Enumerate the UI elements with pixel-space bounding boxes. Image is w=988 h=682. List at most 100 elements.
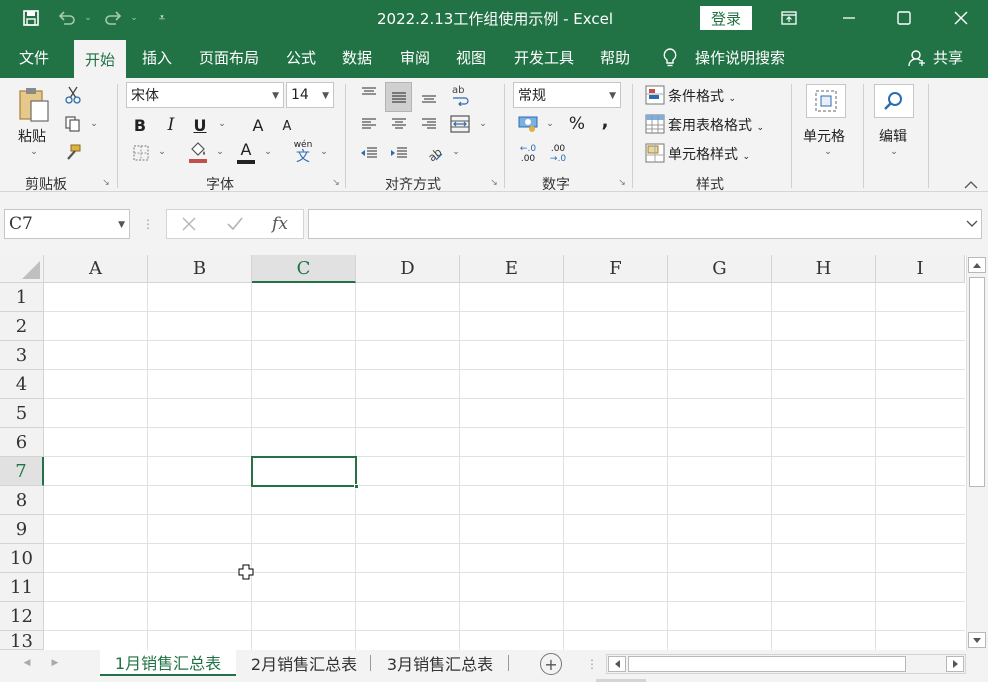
column-header-i[interactable]: I (876, 255, 965, 283)
alignment-launcher-icon[interactable]: ↘ (488, 177, 500, 189)
shrink-font-button[interactable]: A (278, 116, 296, 136)
tab-view[interactable]: 视图 (448, 36, 494, 78)
undo-dropdown-icon[interactable]: ⌄ (82, 10, 94, 26)
font-size-dropdown[interactable]: 14 ▼ (286, 82, 334, 108)
row-header-2[interactable]: 2 (0, 312, 44, 341)
active-cell[interactable] (251, 456, 357, 487)
copy-dropdown-icon[interactable]: ⌄ (88, 118, 100, 130)
increase-decimal-button[interactable]: ←.0 .00 (516, 142, 540, 166)
sheet-tab-mar[interactable]: 3月销售汇总表 (376, 650, 504, 676)
tab-data[interactable]: 数据 (334, 36, 380, 78)
clipboard-launcher-icon[interactable]: ↘ (100, 177, 112, 189)
tab-review[interactable]: 审阅 (392, 36, 438, 78)
number-launcher-icon[interactable]: ↘ (616, 177, 628, 189)
align-bottom-icon[interactable] (418, 86, 440, 108)
bold-button[interactable]: B (130, 114, 150, 136)
decrease-decimal-button[interactable]: .00 →.0 (546, 142, 570, 166)
customize-qat-icon[interactable]: ⩡ (154, 8, 170, 28)
cancel-icon[interactable] (178, 213, 200, 235)
number-format-dropdown[interactable]: 常规 ▼ (513, 82, 621, 108)
editing-label[interactable]: 编辑 (879, 126, 907, 146)
copy-icon[interactable] (62, 113, 84, 135)
maximize-icon[interactable] (881, 0, 927, 36)
tab-file[interactable]: 文件 (10, 36, 58, 78)
orientation-dropdown-icon[interactable]: ⌄ (450, 146, 462, 158)
paste-icon[interactable] (14, 84, 54, 124)
tab-developer[interactable]: 开发工具 (508, 36, 580, 78)
undo-icon[interactable] (56, 8, 78, 28)
vertical-scroll-thumb[interactable] (969, 277, 985, 487)
percent-button[interactable]: % (566, 113, 588, 135)
row-header-12[interactable]: 12 (0, 602, 44, 631)
accounting-dropdown-icon[interactable]: ⌄ (544, 118, 556, 130)
share-button[interactable]: 共享 (928, 36, 968, 78)
scroll-left-icon[interactable] (608, 656, 626, 672)
save-icon[interactable] (20, 8, 42, 28)
paste-label[interactable]: 粘贴 (18, 126, 46, 146)
formula-input[interactable] (308, 209, 982, 239)
insert-function-button[interactable]: fx (266, 212, 294, 236)
row-header-13[interactable]: 13 (0, 631, 44, 652)
tab-page-layout[interactable]: 页面布局 (192, 36, 266, 78)
align-center-icon[interactable] (388, 113, 410, 135)
column-header-d[interactable]: D (356, 255, 460, 283)
align-left-icon[interactable] (358, 113, 380, 135)
collapse-ribbon-icon[interactable] (962, 178, 980, 192)
font-name-dropdown[interactable]: 宋体 ▼ (126, 82, 284, 108)
expand-formula-icon[interactable] (964, 217, 980, 231)
scroll-down-icon[interactable] (968, 632, 986, 648)
paste-dropdown-icon[interactable]: ⌄ (28, 146, 40, 158)
add-sheet-icon[interactable]: + (540, 653, 562, 675)
decrease-indent-icon[interactable] (358, 142, 380, 164)
increase-indent-icon[interactable] (388, 142, 410, 164)
wrap-text-icon[interactable]: ab (448, 82, 472, 108)
merge-dropdown-icon[interactable]: ⌄ (477, 118, 489, 130)
column-header-b[interactable]: B (148, 255, 252, 283)
align-right-icon[interactable] (418, 113, 440, 135)
row-header-9[interactable]: 9 (0, 515, 44, 544)
minimize-icon[interactable] (826, 0, 872, 36)
comma-button[interactable]: , (596, 110, 614, 132)
row-header-6[interactable]: 6 (0, 428, 44, 457)
column-header-g[interactable]: G (668, 255, 772, 283)
column-header-c[interactable]: C (252, 255, 356, 283)
fill-color-icon[interactable] (186, 140, 210, 166)
enter-icon[interactable] (224, 213, 246, 235)
conditional-formatting-button[interactable]: 条件格式 ⌄ (668, 86, 736, 106)
scroll-right-icon[interactable] (946, 656, 964, 672)
redo-dropdown-icon[interactable]: ⌄ (128, 10, 140, 26)
format-painter-icon[interactable] (62, 142, 84, 164)
column-header-a[interactable]: A (44, 255, 148, 283)
select-all-button[interactable] (0, 255, 44, 283)
redo-icon[interactable] (102, 8, 124, 28)
ribbon-display-icon[interactable] (766, 0, 812, 36)
search-icon[interactable] (874, 84, 914, 118)
column-header-h[interactable]: H (772, 255, 876, 283)
next-sheet-icon[interactable]: ▶ (48, 656, 62, 670)
fill-handle[interactable] (354, 484, 359, 489)
tab-insert[interactable]: 插入 (134, 36, 180, 78)
row-header-5[interactable]: 5 (0, 399, 44, 428)
tab-home[interactable]: 开始 (74, 40, 126, 78)
cells-dropdown-icon[interactable]: ⌄ (822, 146, 834, 158)
fill-color-dropdown-icon[interactable]: ⌄ (214, 146, 226, 158)
cells-label[interactable]: 单元格 (803, 126, 845, 146)
italic-button[interactable]: I (161, 114, 181, 136)
align-middle-icon[interactable] (385, 82, 412, 112)
underline-dropdown-icon[interactable]: ⌄ (216, 118, 228, 130)
row-header-8[interactable]: 8 (0, 486, 44, 515)
font-color-button[interactable]: A (234, 140, 258, 166)
column-header-e[interactable]: E (460, 255, 564, 283)
borders-icon[interactable] (130, 142, 152, 164)
login-button[interactable]: 登录 (700, 6, 752, 30)
cut-icon[interactable] (62, 84, 84, 106)
cells-icon[interactable] (806, 84, 846, 118)
sheet-tab-jan[interactable]: 1月销售汇总表 (100, 650, 236, 676)
row-header-4[interactable]: 4 (0, 370, 44, 399)
cell-styles-button[interactable]: 单元格样式 ⌄ (668, 144, 750, 164)
tab-formulas[interactable]: 公式 (278, 36, 324, 78)
font-launcher-icon[interactable]: ↘ (330, 177, 342, 189)
orientation-icon[interactable]: ab (424, 142, 446, 164)
phonetic-guide-button[interactable]: wén 文 (292, 140, 314, 166)
name-box[interactable]: C7 ▼ (4, 209, 130, 239)
